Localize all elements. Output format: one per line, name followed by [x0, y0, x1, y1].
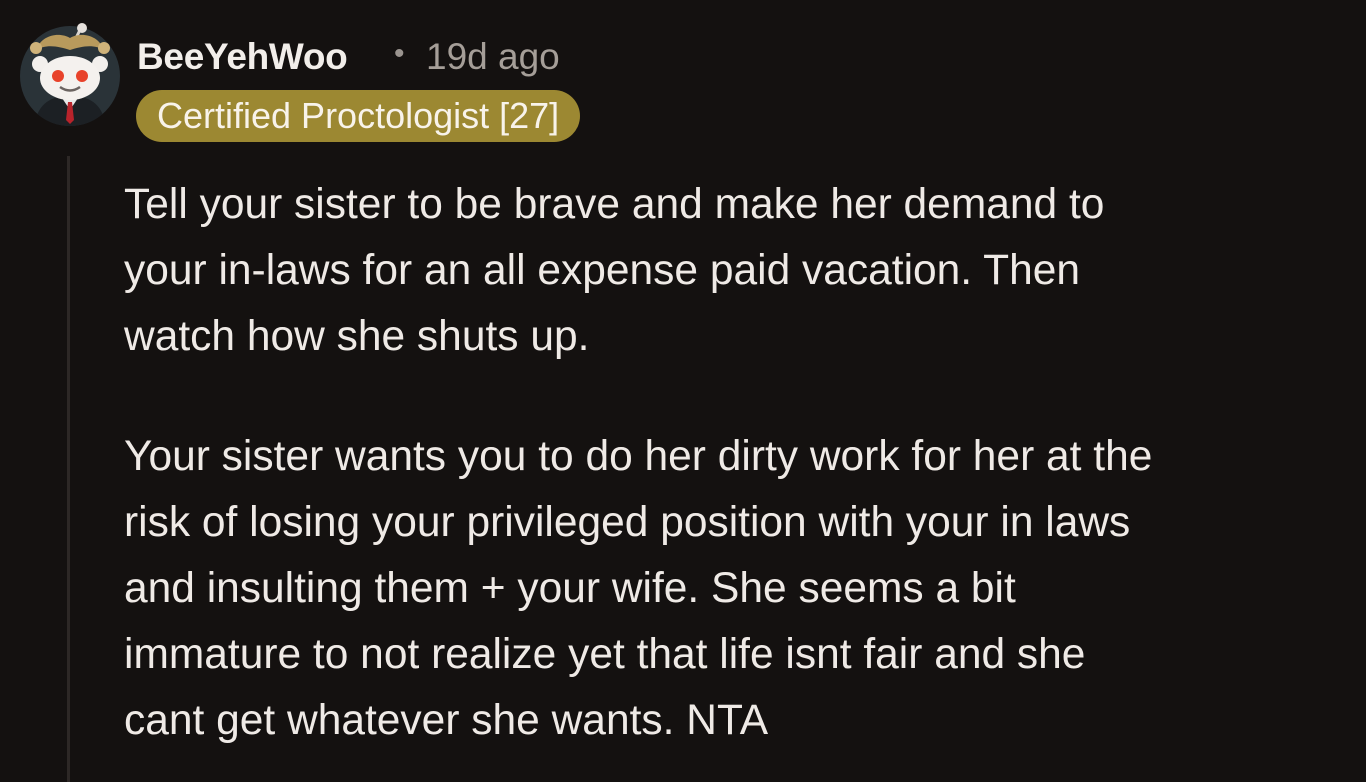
- user-avatar[interactable]: [20, 20, 120, 126]
- comment-paragraph: Your sister wants you to do her dirty wo…: [124, 433, 1153, 744]
- user-flair-label: Certified Proctologist [27]: [157, 95, 560, 136]
- meta-separator: •: [394, 37, 405, 70]
- comment-paragraph: Tell your sister to be brave and make he…: [124, 181, 1105, 360]
- thread-collapse-line[interactable]: [67, 156, 70, 782]
- author-username[interactable]: BeeYehWoo: [137, 36, 348, 78]
- comment-body: Tell your sister to be brave and make he…: [124, 172, 1354, 782]
- comment: BeeYehWoo • 19d ago Certified Proctologi…: [0, 0, 1366, 782]
- comment-timestamp[interactable]: 19d ago: [426, 36, 560, 78]
- snoo-avatar-icon: [20, 23, 120, 126]
- user-flair-badge: Certified Proctologist [27]: [136, 90, 581, 142]
